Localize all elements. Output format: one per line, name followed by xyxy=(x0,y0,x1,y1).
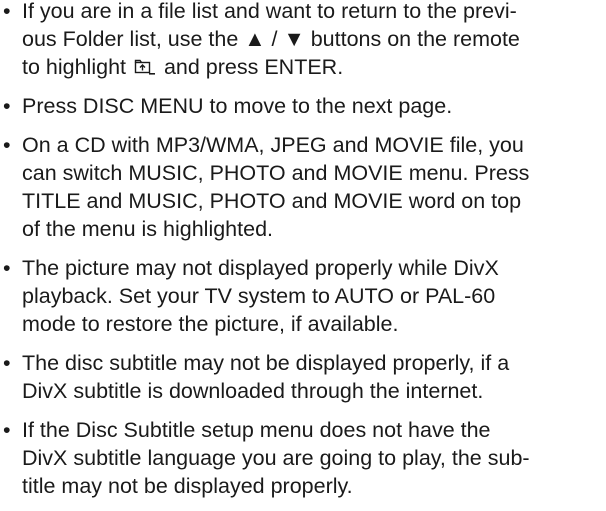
notes-list: • If you are in a file list and want to … xyxy=(0,0,606,511)
note-line: Press DISC MENU to move to the next page… xyxy=(22,94,453,118)
note-line: can switch MUSIC, PHOTO and MOVIE menu. … xyxy=(22,161,530,185)
note-line: title may not be displayed properly. xyxy=(22,474,353,498)
note-line: On a CD with MP3/WMA, JPEG and MOVIE fil… xyxy=(22,133,524,157)
note-line: of the menu is highlighted. xyxy=(22,217,273,241)
note-subtitle-language: • If the Disc Subtitle setup menu does n… xyxy=(0,416,606,500)
note-line: TITLE and MUSIC, PHOTO and MOVIE word on… xyxy=(22,189,522,213)
folder-up-icon xyxy=(134,55,156,75)
note-line: If you are in a file list and want to re… xyxy=(22,0,517,23)
note-return-folder: • If you are in a file list and want to … xyxy=(0,0,606,81)
note-cd-menu-switch: • On a CD with MP3/WMA, JPEG and MOVIE f… xyxy=(0,131,606,243)
bullet: • xyxy=(3,256,11,280)
note-line: and press ENTER. xyxy=(157,55,344,79)
note-line: mode to restore the picture, if availabl… xyxy=(22,312,399,336)
note-disc-menu: • Press DISC MENU to move to the next pa… xyxy=(0,92,606,120)
note-line: DivX subtitle is downloaded through the … xyxy=(22,379,484,403)
bullet: • xyxy=(3,0,11,23)
note-line: ous Folder list, use the ▲ / ▼ buttons o… xyxy=(22,27,520,51)
note-line: playback. Set your TV system to AUTO or … xyxy=(22,284,496,308)
note-divx-picture: • The picture may not displayed properly… xyxy=(0,254,606,338)
bullet: • xyxy=(3,94,11,118)
note-line: If the Disc Subtitle setup menu does not… xyxy=(22,418,491,442)
bullet: • xyxy=(3,351,11,375)
note-disc-subtitle: • The disc subtitle may not be displayed… xyxy=(0,349,606,405)
note-line: to highlight xyxy=(22,55,132,79)
bullet: • xyxy=(3,133,11,157)
note-line: The disc subtitle may not be displayed p… xyxy=(22,351,510,375)
note-line: The picture may not displayed properly w… xyxy=(22,256,499,280)
bullet: • xyxy=(3,418,11,442)
note-line: DivX subtitle language you are going to … xyxy=(22,446,530,470)
